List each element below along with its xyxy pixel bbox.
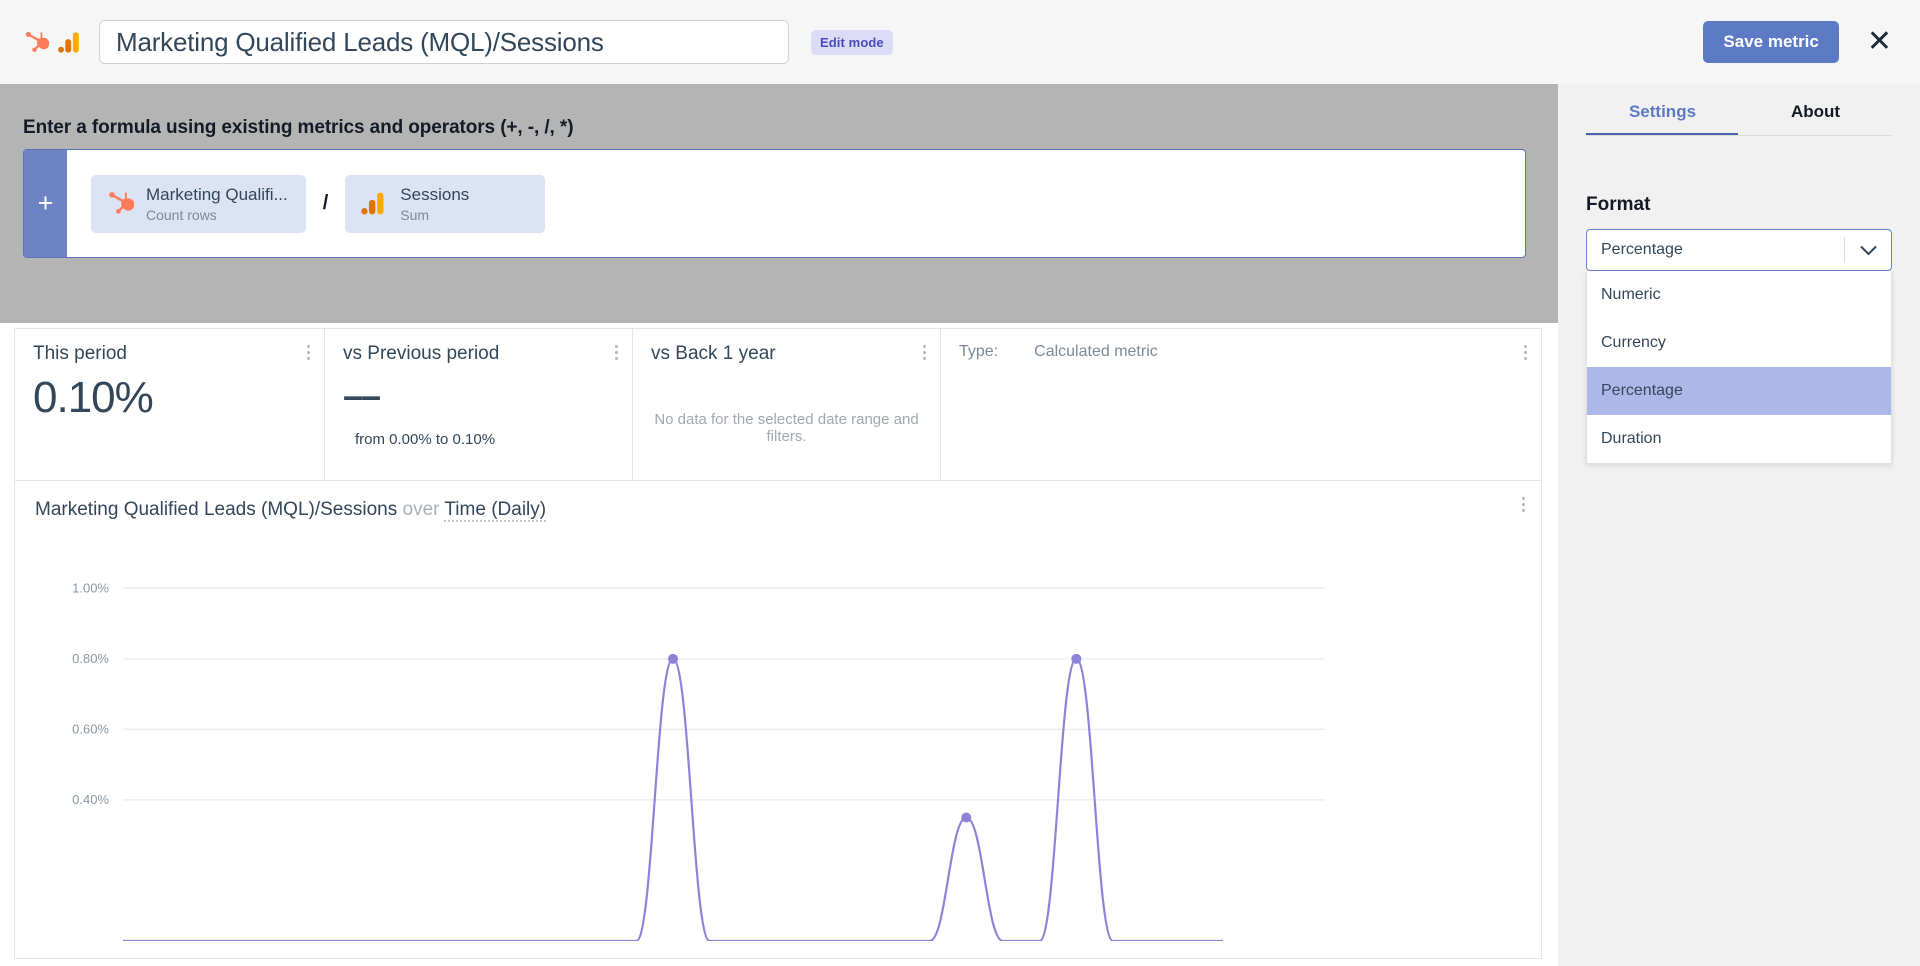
type-value: Calculated metric [1034, 343, 1158, 360]
chart-gridlines [123, 587, 1325, 801]
svg-text:0.80%: 0.80% [72, 651, 109, 666]
vs-back-1-year-empty-state: No data for the selected date range and … [654, 411, 919, 445]
chip-name: Sessions [400, 184, 470, 204]
google-analytics-icon [58, 31, 79, 53]
hubspot-icon [25, 31, 49, 52]
format-option-duration[interactable]: Duration [1587, 415, 1891, 463]
format-option-currency[interactable]: Currency [1587, 319, 1891, 367]
this-period-value: 0.10% [33, 373, 154, 422]
tab-about[interactable]: About [1739, 102, 1892, 136]
format-select[interactable]: Percentage [1586, 229, 1892, 271]
chart-menu-icon[interactable] [1522, 497, 1525, 512]
metric-title-text: Marketing Qualified Leads (MQL)/Sessions [116, 26, 604, 57]
top-bar: Marketing Qualified Leads (MQL)/Sessions… [0, 0, 1920, 84]
chip-aggregation: Sum [400, 206, 430, 223]
tab-settings[interactable]: Settings [1586, 102, 1739, 136]
type-label: Type: [959, 343, 999, 360]
chart-data-point[interactable] [1071, 653, 1082, 664]
chart-plot-area: 1.00% 0.80% 0.60% 0.40% [15, 521, 1543, 941]
formula-chip-numerator[interactable]: Marketing Qualifi... Count rows [91, 174, 306, 233]
card-title: vs Previous period [343, 343, 500, 364]
chart-data-point[interactable] [961, 812, 972, 823]
settings-sidebar: Settings About Format Percentage Numeric… [1558, 84, 1920, 966]
chart-title-over: over [402, 499, 440, 520]
add-metric-button[interactable]: + [24, 150, 67, 257]
close-icon[interactable]: ✕ [1867, 27, 1892, 57]
metric-editor-page: Marketing Qualified Leads (MQL)/Sessions… [0, 0, 1920, 966]
top-bar-actions: Save metric ✕ [1703, 21, 1898, 63]
format-label: Format [1586, 194, 1651, 215]
chart-data-points [668, 653, 1082, 823]
card-type: Type: Calculated metric [941, 329, 1541, 480]
formula-chips: Marketing Qualifi... Count rows / Sessio… [67, 150, 1525, 257]
format-dropdown-list: Numeric Currency Percentage Duration [1586, 271, 1892, 464]
formula-operator: / [322, 192, 329, 214]
vs-previous-subtext: from 0.00% to 0.10% [355, 431, 496, 448]
card-this-period: This period 0.10% [15, 329, 325, 480]
svg-text:1.00%: 1.00% [72, 580, 109, 595]
svg-text:0.60%: 0.60% [72, 721, 109, 736]
summary-cards: This period 0.10% vs Previous period –– … [14, 328, 1542, 481]
hubspot-icon [109, 192, 134, 214]
edit-mode-badge: Edit mode [811, 29, 893, 55]
chevron-down-icon[interactable] [1845, 245, 1891, 256]
card-menu-icon[interactable] [307, 345, 310, 360]
line-chart-svg: 1.00% 0.80% 0.60% 0.40% [72, 580, 1325, 941]
chart-title-metric: Marketing Qualified Leads (MQL)/Sessions [35, 499, 398, 520]
formula-input-box[interactable]: + Marketing Qualifi... Count rows / Sess… [23, 149, 1526, 258]
chart-title-dimension[interactable]: Time (Daily) [444, 499, 547, 522]
save-metric-button[interactable]: Save metric [1703, 21, 1839, 63]
chip-text: Sessions Sum [400, 185, 469, 223]
chart-header: Marketing Qualified Leads (MQL)/Sessions… [15, 481, 1541, 522]
metric-title-input[interactable]: Marketing Qualified Leads (MQL)/Sessions [99, 20, 789, 64]
chip-text: Marketing Qualifi... Count rows [146, 185, 288, 223]
card-vs-back-1-year: vs Back 1 year No data for the selected … [633, 329, 941, 480]
chart-title: Marketing Qualified Leads (MQL)/Sessions… [35, 499, 1521, 522]
formula-editor-overlay: Enter a formula using existing metrics a… [0, 84, 1558, 323]
formula-instruction: Enter a formula using existing metrics a… [23, 117, 574, 138]
card-title: This period [33, 343, 127, 364]
format-selected-value: Percentage [1601, 241, 1683, 258]
google-analytics-icon [361, 192, 384, 215]
source-icons [22, 29, 83, 56]
card-menu-icon[interactable] [615, 345, 618, 360]
chart-y-axis-labels: 1.00% 0.80% 0.60% 0.40% [72, 580, 109, 807]
format-option-numeric[interactable]: Numeric [1587, 271, 1891, 319]
card-vs-previous-period: vs Previous period –– from 0.00% to 0.10… [325, 329, 633, 480]
chip-name: Marketing Qualifi... [146, 184, 288, 204]
card-menu-icon[interactable] [1524, 345, 1527, 360]
card-menu-icon[interactable] [923, 345, 926, 360]
chart-panel: Marketing Qualified Leads (MQL)/Sessions… [14, 481, 1542, 959]
chart-data-point[interactable] [668, 653, 678, 664]
card-title: vs Back 1 year [651, 343, 776, 364]
vs-previous-value: –– [343, 375, 381, 416]
chip-aggregation: Count rows [146, 206, 217, 223]
main-content: This month Canada/Eastern Jul 01 2023 → … [0, 84, 1558, 966]
svg-text:0.40%: 0.40% [72, 792, 109, 807]
tab-underline [1586, 135, 1892, 136]
sidebar-tabs: Settings About [1558, 102, 1920, 136]
format-select-wrap: Percentage Numeric Currency Percentage D… [1586, 229, 1892, 464]
format-option-percentage[interactable]: Percentage [1587, 367, 1891, 415]
formula-chip-denominator[interactable]: Sessions Sum [345, 174, 546, 233]
type-row: Type: Calculated metric [959, 343, 1523, 361]
